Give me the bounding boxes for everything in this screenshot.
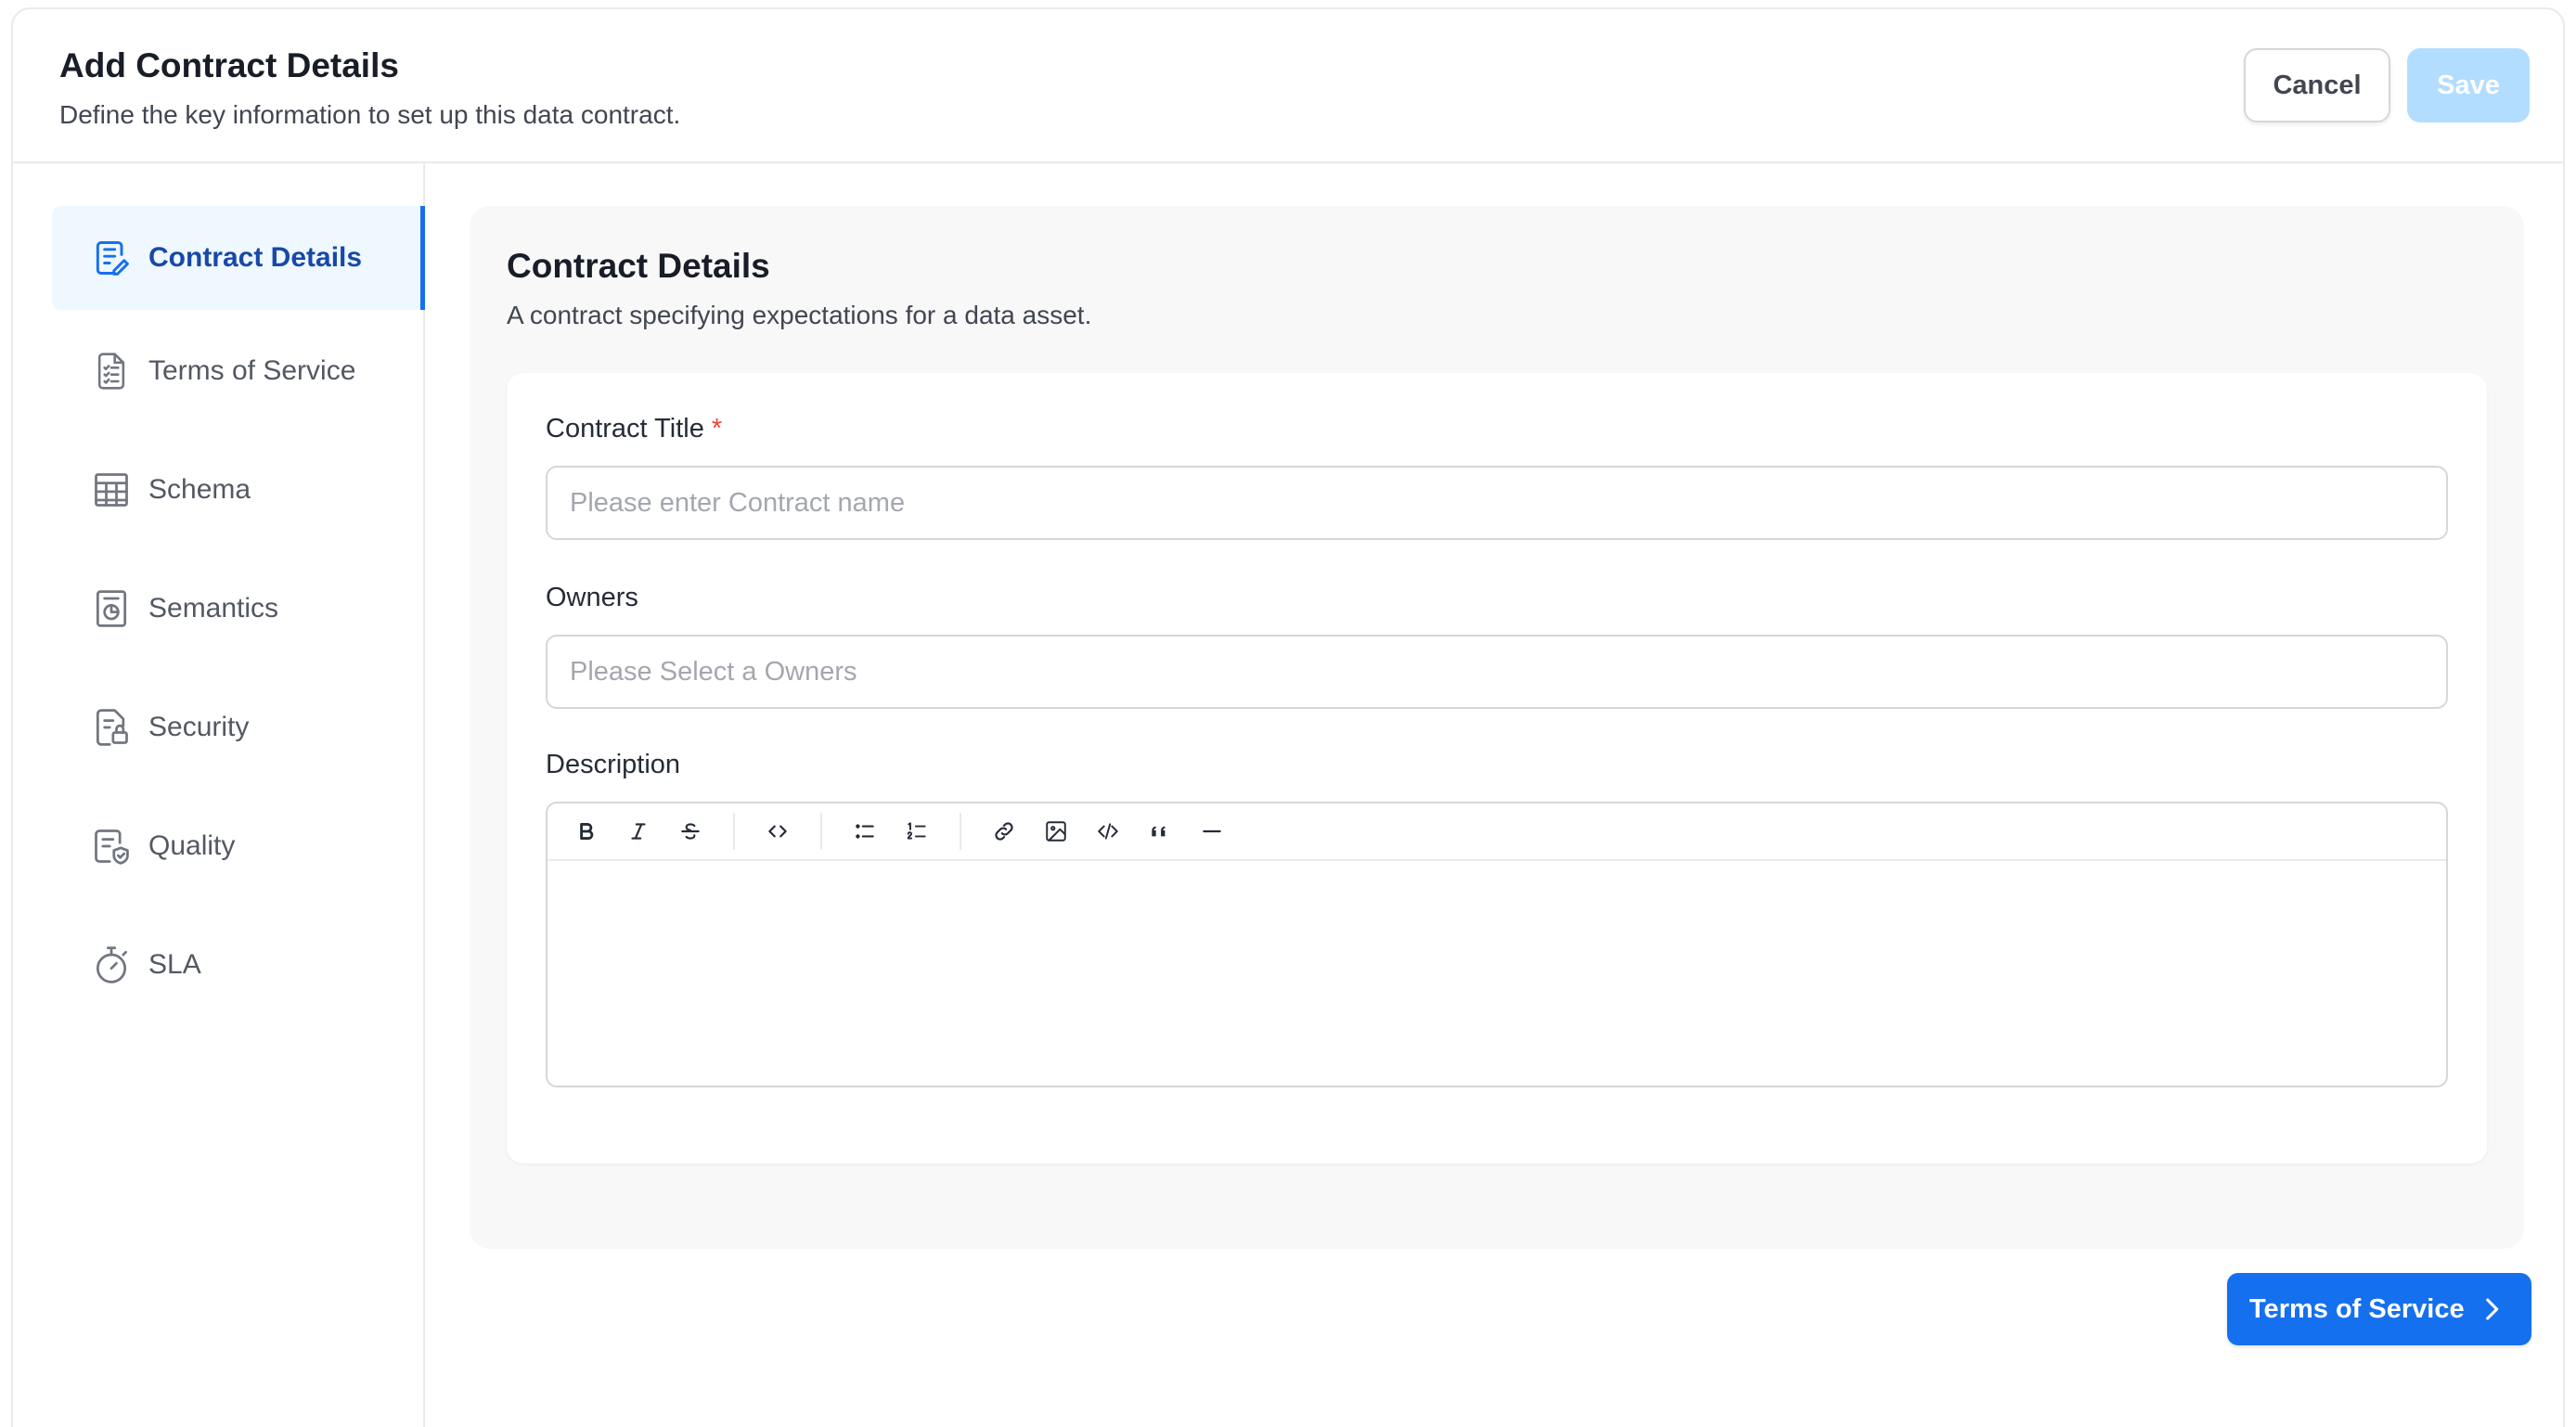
contract-edit-icon (91, 238, 132, 278)
description-text-area[interactable] (547, 861, 2446, 1086)
contract-details-panel: Contract Details A contract specifying e… (470, 206, 2524, 1249)
bold-icon[interactable] (560, 809, 612, 854)
sidebar-item-label: Schema (148, 474, 251, 505)
page-subtitle: Define the key information to set up thi… (59, 100, 681, 129)
document-list-icon (91, 351, 132, 392)
cancel-button[interactable]: Cancel (2244, 48, 2390, 122)
sidebar-item-label: Terms of Service (148, 355, 356, 386)
sidebar-item-label: SLA (148, 949, 201, 980)
contract-title-label: Contract Title * (546, 414, 722, 444)
italic-icon[interactable] (612, 809, 664, 854)
required-asterisk: * (711, 414, 723, 444)
dialog-header: Add Contract Details Define the key info… (13, 9, 2563, 163)
contract-title-input[interactable] (546, 466, 2448, 540)
sidebar-item-label: Security (148, 712, 250, 742)
next-terms-of-service-button[interactable]: Terms of Service (2227, 1273, 2531, 1345)
document-shield-icon (91, 826, 132, 867)
contract-form: Contract Title* Owners Description (507, 373, 2487, 1163)
toolbar-divider (733, 813, 735, 850)
sidebar-item-sla[interactable]: SLA (52, 913, 425, 1017)
description-label: Description (546, 750, 681, 779)
toolbar-divider (820, 813, 822, 850)
editor-toolbar (547, 803, 2446, 861)
contract-dialog: Add Contract Details Define the key info… (11, 7, 2565, 1427)
document-pie-icon (91, 588, 132, 629)
save-button[interactable]: Save (2407, 48, 2530, 122)
quote-icon[interactable] (1134, 809, 1186, 854)
sidebar-item-label: Quality (148, 830, 236, 861)
link-icon[interactable] (978, 809, 1030, 854)
page-title: Add Contract Details (59, 46, 399, 84)
sidebar-item-security[interactable]: Security (52, 675, 425, 779)
inline-code-icon[interactable] (752, 809, 804, 854)
sidebar-item-terms-of-service[interactable]: Terms of Service (52, 319, 425, 423)
sidebar-item-label: Semantics (148, 593, 279, 624)
sidebar-item-quality[interactable]: Quality (52, 794, 425, 898)
next-button-label: Terms of Service (2249, 1293, 2465, 1324)
numbered-list-icon[interactable] (891, 809, 943, 854)
section-subtitle: A contract specifying expectations for a… (507, 301, 1092, 329)
sidebar-item-label: Contract Details (148, 242, 363, 273)
description-editor (546, 802, 2448, 1087)
toolbar-divider (960, 813, 961, 850)
sidebar-item-contract-details[interactable]: Contract Details (52, 206, 425, 310)
stopwatch-icon (91, 945, 132, 985)
chevron-right-icon (2486, 1298, 2499, 1320)
strikethrough-icon[interactable] (664, 809, 716, 854)
image-icon[interactable] (1030, 809, 1082, 854)
horizontal-rule-icon[interactable] (1186, 809, 1238, 854)
sidebar-item-schema[interactable]: Schema (52, 438, 425, 542)
document-lock-icon (91, 707, 132, 748)
section-title: Contract Details (507, 247, 770, 285)
steps-sidebar: Contract Details Terms of Service Schema (13, 163, 425, 1427)
bullet-list-icon[interactable] (839, 809, 891, 854)
sidebar-item-semantics[interactable]: Semantics (52, 557, 425, 661)
owners-label: Owners (546, 583, 638, 612)
contract-title-label-text: Contract Title (546, 414, 704, 444)
table-grid-icon (91, 469, 132, 510)
owners-select[interactable] (546, 635, 2448, 709)
code-block-icon[interactable] (1082, 809, 1134, 854)
